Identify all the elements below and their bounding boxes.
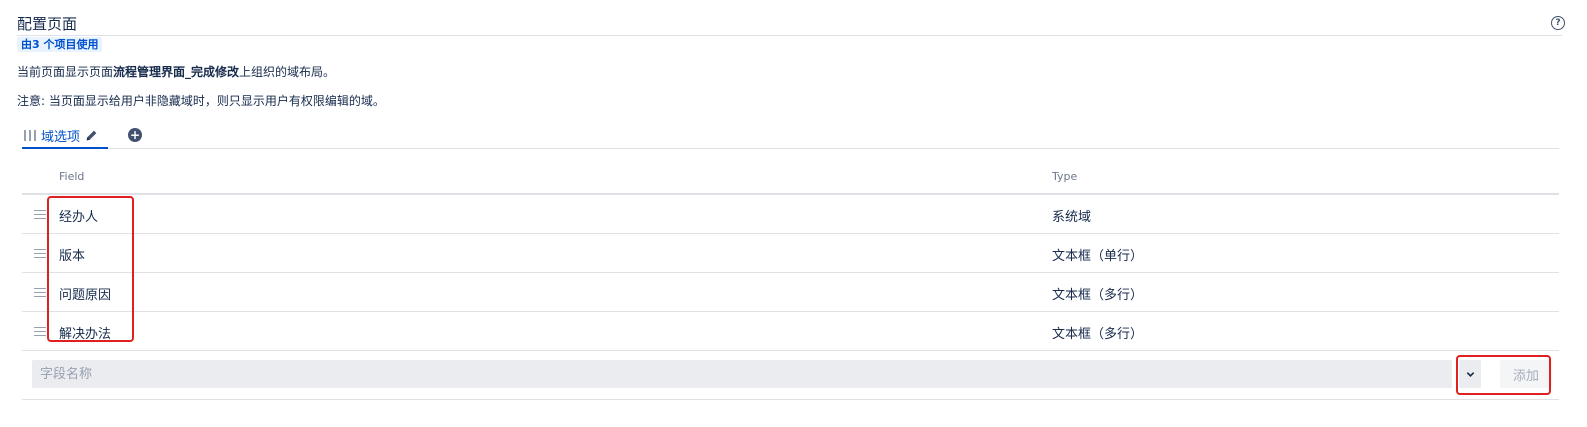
tab-label[interactable]: 域选项 bbox=[41, 126, 80, 145]
table-header: Field Type bbox=[22, 165, 1559, 195]
chevron-down-icon[interactable] bbox=[1466, 370, 1475, 379]
field-type: 文本框（单行） bbox=[1052, 249, 1144, 264]
description-prefix: 当前页面显示页面 bbox=[17, 65, 114, 79]
fields-table: Field Type 经办人 系统域 版本 文本框（单行） 问题原因 文本框（多… bbox=[22, 165, 1559, 351]
column-header-field: Field bbox=[59, 170, 85, 183]
page-title: 配置页面 bbox=[17, 15, 78, 33]
screen-description: 当前页面显示页面流程管理界面_完成修改上组织的域布局。 bbox=[17, 64, 335, 80]
table-row[interactable]: 问题原因 文本框（多行） bbox=[22, 273, 1559, 312]
add-field-row: 添加 bbox=[22, 349, 1559, 400]
tab-bar: 域选项 + bbox=[22, 124, 1559, 149]
field-name: 经办人 bbox=[59, 210, 99, 225]
header-divider bbox=[17, 35, 1562, 36]
configure-screen-page: 配置页面 ? 由3 个项目使用 当前页面显示页面流程管理界面_完成修改上组织的域… bbox=[0, 0, 1587, 427]
plus-circle-icon[interactable]: + bbox=[128, 128, 142, 142]
field-name: 问题原因 bbox=[59, 288, 112, 303]
drag-handle-icon[interactable] bbox=[34, 327, 46, 336]
screen-name: 流程管理界面_完成修改 bbox=[113, 65, 240, 79]
table-row[interactable]: 版本 文本框（单行） bbox=[22, 234, 1559, 273]
drag-handle-icon[interactable] bbox=[34, 249, 46, 258]
visibility-note: 注意: 当页面显示给用户非隐藏域时，则只显示用户有权限编辑的域。 bbox=[17, 94, 385, 108]
field-name-input[interactable] bbox=[32, 360, 1452, 388]
field-name: 版本 bbox=[59, 249, 86, 264]
drag-handle-icon[interactable] bbox=[34, 288, 46, 297]
project-usage-badge[interactable]: 由3 个项目使用 bbox=[17, 37, 103, 52]
description-suffix: 上组织的域布局。 bbox=[239, 65, 336, 79]
table-row[interactable]: 经办人 系统域 bbox=[22, 195, 1559, 234]
grip-icon[interactable] bbox=[24, 130, 36, 141]
help-icon[interactable]: ? bbox=[1551, 16, 1565, 30]
field-type: 文本框（多行） bbox=[1052, 327, 1144, 342]
column-header-type: Type bbox=[1052, 170, 1078, 183]
tab-field-options[interactable]: 域选项 bbox=[22, 124, 108, 149]
pencil-icon[interactable] bbox=[85, 129, 98, 142]
field-type: 系统域 bbox=[1052, 210, 1092, 225]
field-dropdown-button[interactable] bbox=[1459, 360, 1481, 388]
field-name: 解决办法 bbox=[59, 327, 112, 342]
add-button[interactable]: 添加 bbox=[1500, 360, 1552, 388]
field-type: 文本框（多行） bbox=[1052, 288, 1144, 303]
table-row[interactable]: 解决办法 文本框（多行） bbox=[22, 312, 1559, 351]
drag-handle-icon[interactable] bbox=[34, 210, 46, 219]
